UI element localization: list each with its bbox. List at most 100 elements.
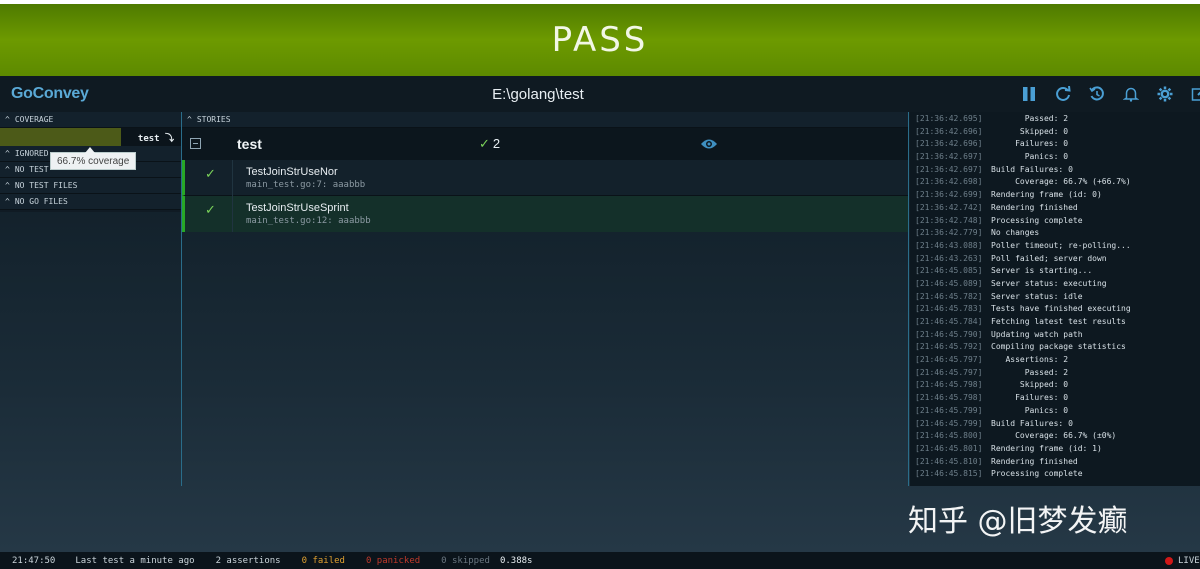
log-timestamp: [21:46:45.810] [915,456,983,466]
log-message: Tests have finished executing [991,304,1131,314]
log-line: [21:46:45.782] Server status: idle [915,291,1200,304]
coverage-section-header[interactable]: ^ COVERAGE [0,112,181,128]
left-panel: ^ COVERAGE test ⤵ ^ IGNORED ^ NO TEST ^ … [0,112,181,212]
log-timestamp: [21:46:43.088] [915,240,983,250]
log-message: Build Failures: 0 [991,164,1073,174]
log-timestamp: [21:36:42.697] [915,152,983,162]
gear-icon[interactable] [1156,85,1174,103]
log-line: [21:46:45.085] Server is starting... [915,265,1200,278]
log-panel[interactable]: [21:36:42.695] Passed: 2 [21:36:42.696] S… [910,112,1200,486]
test-location: main_test.go:12: aaabbb [246,216,371,226]
live-dot-icon [1165,557,1173,565]
log-timestamp: [21:46:45.798] [915,380,983,390]
status-text: PASS [551,20,649,60]
log-line: [21:36:42.697] Build Failures: 0 [915,164,1200,177]
log-message: Processing complete [991,215,1083,225]
check-icon: ✓ [205,166,216,181]
edit-icon[interactable] [1190,85,1200,103]
log-message: Build Failures: 0 [991,418,1073,428]
live-indicator[interactable]: LIVE [1165,556,1200,566]
log-message: Coverage: 66.7% (±0%) [991,431,1117,441]
log-timestamp: [21:46:45.798] [915,393,983,403]
log-message: Server status: executing [991,278,1107,288]
log-message: Poll failed; server down [991,253,1107,263]
package-row[interactable]: test ✓ 2 [182,128,908,160]
test-name[interactable]: TestJoinStrUseSprint [246,202,349,214]
coverage-row[interactable]: test ⤵ [0,128,181,146]
log-message: Assertions: 2 [991,355,1069,365]
log-timestamp: [21:36:42.748] [915,215,983,225]
log-line: [21:46:45.783] Tests have finished execut… [915,303,1200,316]
chevron-up-icon: ^ [5,197,10,206]
log-line: [21:46:45.799] Panics: 0 [915,405,1200,418]
log-timestamp: [21:46:45.800] [915,431,983,441]
collapse-icon[interactable] [190,138,201,149]
log-line: [21:46:45.800] Coverage: 66.7% (±0%) [915,430,1200,443]
footer-panicked: 0 panicked [365,555,421,566]
test-row[interactable]: ✓ TestJoinStrUseSprint main_test.go:12: … [182,196,908,232]
log-timestamp: [21:36:42.696] [915,126,983,136]
log-message: Poller timeout; re-polling... [991,240,1131,250]
log-message: Skipped: 0 [991,380,1069,390]
check-icon: ✓ [205,202,216,217]
log-line: [21:46:45.797] Passed: 2 [915,367,1200,380]
log-line: [21:36:42.697] Panics: 0 [915,151,1200,164]
footer-duration: 0.388s [499,555,533,566]
log-line: [21:36:42.748] Processing complete [915,215,1200,228]
refresh-icon[interactable] [1054,85,1072,103]
log-timestamp: [21:36:42.742] [915,202,983,212]
log-line: [21:46:45.798] Skipped: 0 [915,379,1200,392]
footer-assertions: 2 assertions [215,555,281,566]
history-icon[interactable] [1088,85,1106,103]
watch-path[interactable]: E:\golang\test [0,86,1076,103]
log-timestamp: [21:36:42.695] [915,114,983,123]
chevron-up-icon: ^ [187,115,192,124]
bell-icon[interactable] [1122,85,1140,103]
watermark: 知乎 @旧梦发癫 [908,504,1128,539]
pause-icon[interactable] [1020,85,1038,103]
test-row[interactable]: ✓ TestJoinStrUseNor main_test.go:7: aaab… [182,160,908,196]
log-timestamp: [21:46:45.783] [915,304,983,314]
log-timestamp: [21:36:42.696] [915,139,983,149]
package-name[interactable]: test [237,136,262,152]
log-message: Updating watch path [991,329,1083,339]
log-line: [21:46:45.089] Server status: executing [915,278,1200,291]
log-message: Panics: 0 [991,152,1069,162]
log-timestamp: [21:36:42.779] [915,228,983,238]
no-go-files-header-label: NO GO FILES [14,197,68,206]
log-line: [21:36:42.698] Coverage: 66.7% (+66.7%) [915,176,1200,189]
no-go-files-section-header[interactable]: ^ NO GO FILES [0,194,181,210]
log-list: [21:36:42.695] Passed: 2 [21:36:42.696] S… [910,112,1200,481]
divider [232,196,233,232]
eye-icon[interactable] [700,137,718,151]
no-test-files-section-header[interactable]: ^ NO TEST FILES [0,178,181,194]
log-message: Rendering frame (id: 0) [991,190,1102,200]
stories-section-header[interactable]: ^ STORIES [182,112,908,128]
log-message: Failures: 0 [991,139,1069,149]
pass-count-value: 2 [492,136,501,151]
log-line: [21:46:45.790] Updating watch path [915,329,1200,342]
coverage-header-label: COVERAGE [14,115,54,124]
coverage-bar [0,128,121,146]
log-timestamp: [21:46:45.815] [915,469,983,479]
no-test-header-label: NO TEST [14,165,49,174]
test-location: main_test.go:7: aaabbb [246,180,366,190]
footer-last-test: Last test a minute ago [75,555,195,566]
log-message: Compiling package statistics [991,342,1126,352]
log-line: [21:36:42.699] Rendering frame (id: 0) [915,189,1200,202]
log-line: [21:46:45.799] Build Failures: 0 [915,418,1200,431]
log-line: [21:46:45.792] Compiling package statisti… [915,341,1200,354]
check-icon: ✓ [479,136,490,151]
log-timestamp: [21:46:45.797] [915,355,983,365]
log-message: No changes [991,228,1040,238]
log-message: Rendering finished [991,456,1078,466]
log-line: [21:46:45.810] Rendering finished [915,456,1200,469]
stories-header-label: STORIES [196,115,231,124]
log-timestamp: [21:46:45.085] [915,266,983,276]
coverage-package-name[interactable]: test ⤵ [138,131,174,144]
log-timestamp: [21:36:42.699] [915,190,983,200]
log-timestamp: [21:36:42.697] [915,164,983,174]
test-name[interactable]: TestJoinStrUseNor [246,166,338,178]
chevron-up-icon: ^ [5,149,10,158]
log-timestamp: [21:46:45.784] [915,317,983,326]
